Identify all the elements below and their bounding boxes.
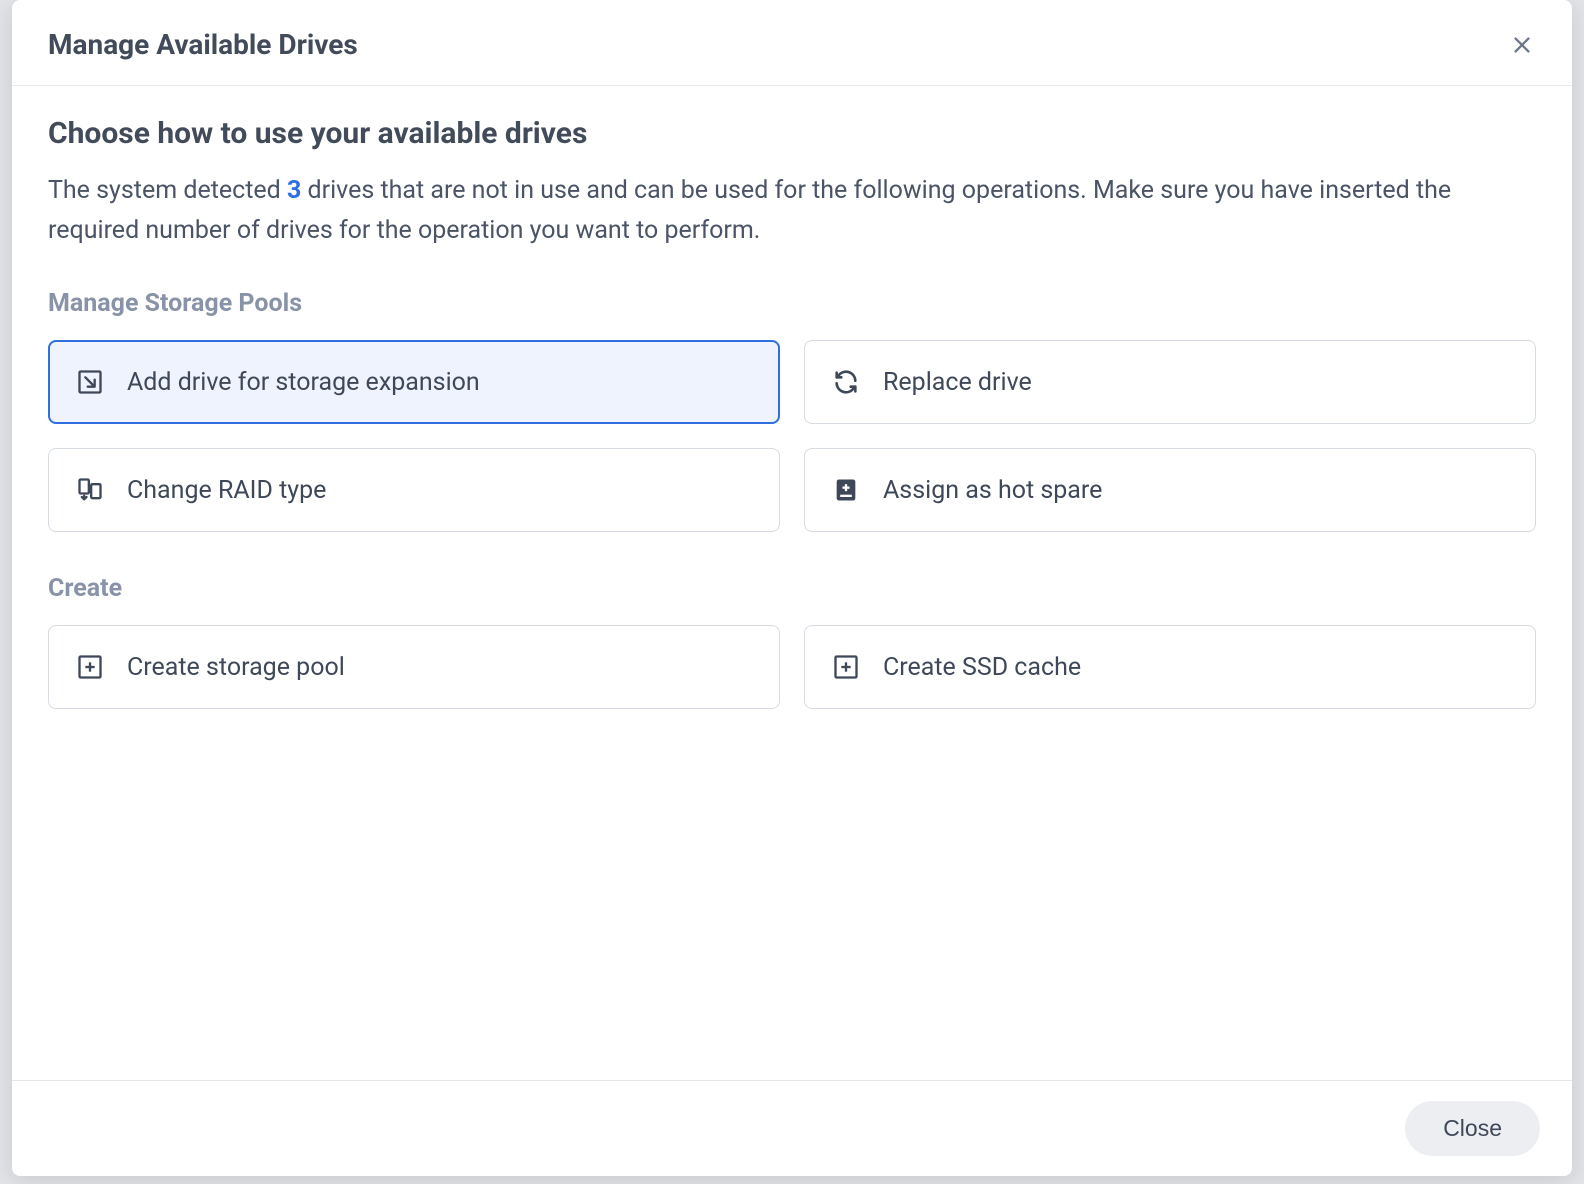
option-replace-drive[interactable]: Replace drive [804, 340, 1536, 424]
description-prefix: The system detected [48, 176, 287, 205]
plus-square-icon [75, 652, 105, 682]
plus-square-icon [831, 652, 861, 682]
option-label: Change RAID type [127, 476, 326, 505]
modal-footer: Close [12, 1080, 1572, 1176]
option-label: Create SSD cache [883, 653, 1081, 682]
option-create-ssd-cache[interactable]: Create SSD cache [804, 625, 1536, 709]
expand-arrow-icon [75, 367, 105, 397]
group-label-create: Create [48, 574, 1536, 603]
raid-icon [75, 475, 105, 505]
refresh-icon [831, 367, 861, 397]
group-label-manage: Manage Storage Pools [48, 289, 1536, 318]
option-assign-hot-spare[interactable]: Assign as hot spare [804, 448, 1536, 532]
modal-header: Manage Available Drives [12, 0, 1572, 86]
close-button[interactable]: Close [1405, 1101, 1540, 1156]
modal-body: Choose how to use your available drives … [12, 86, 1572, 1080]
option-label: Replace drive [883, 368, 1032, 397]
hot-spare-icon [831, 475, 861, 505]
description-text: The system detected 3 drives that are no… [48, 171, 1536, 251]
option-label: Add drive for storage expansion [127, 368, 480, 397]
close-icon[interactable] [1508, 31, 1536, 59]
option-label: Create storage pool [127, 653, 345, 682]
detected-drive-count: 3 [287, 176, 301, 205]
option-change-raid-type[interactable]: Change RAID type [48, 448, 780, 532]
option-create-storage-pool[interactable]: Create storage pool [48, 625, 780, 709]
modal-title: Manage Available Drives [48, 28, 358, 61]
modal-manage-drives: Manage Available Drives Choose how to us… [12, 0, 1572, 1176]
option-label: Assign as hot spare [883, 476, 1102, 505]
options-create-grid: Create storage pool Create SSD cache [48, 625, 1536, 709]
section-title: Choose how to use your available drives [48, 116, 1536, 151]
option-add-drive-expansion[interactable]: Add drive for storage expansion [48, 340, 780, 424]
options-manage-grid: Add drive for storage expansion Replace … [48, 340, 1536, 532]
